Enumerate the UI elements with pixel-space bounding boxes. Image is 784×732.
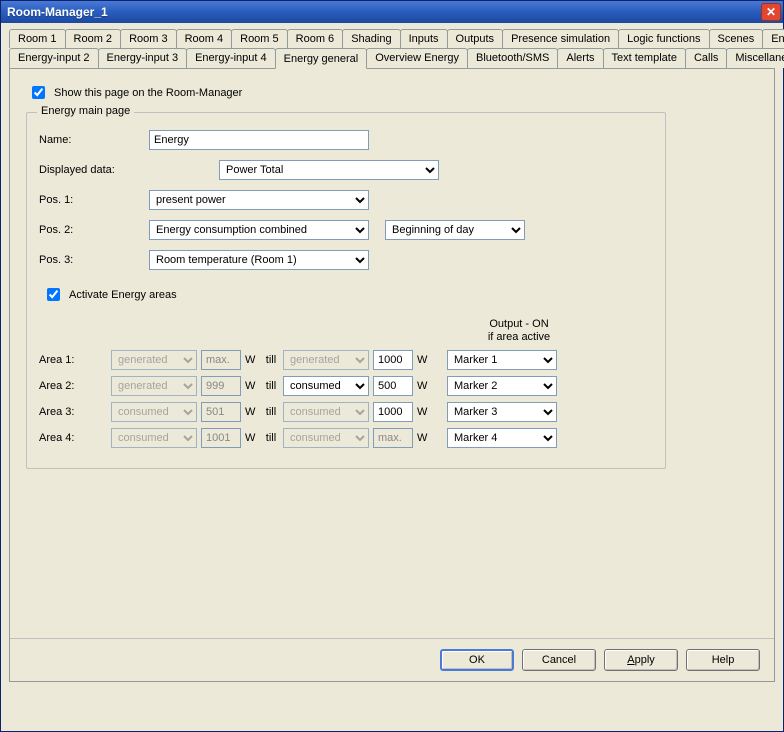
- area-to-type-select[interactable]: consumed: [283, 376, 369, 396]
- area-label: Area 4:: [39, 432, 107, 444]
- tab-text-template[interactable]: Text template: [603, 48, 686, 68]
- tab-row-1: Room 1Room 2Room 3Room 4Room 5Room 6Shad…: [9, 29, 775, 48]
- area-to-value-input: [373, 428, 413, 448]
- area-marker-select[interactable]: Marker 4: [447, 428, 557, 448]
- tab-panel-energy-general: Show this page on the Room-Manager Energ…: [9, 68, 775, 682]
- name-label: Name:: [39, 134, 149, 146]
- tabstrip: Room 1Room 2Room 3Room 4Room 5Room 6Shad…: [9, 29, 775, 68]
- titlebar: Room-Manager_1 ✕: [1, 1, 783, 23]
- area-marker-select[interactable]: Marker 1: [447, 350, 557, 370]
- area-to-type-select: generated: [283, 350, 369, 370]
- unit-w: W: [417, 354, 431, 366]
- area-marker-select[interactable]: Marker 3: [447, 402, 557, 422]
- energy-main-page-group: Energy main page Name: Displayed data: P…: [26, 112, 666, 469]
- pos3-label: Pos. 3:: [39, 254, 149, 266]
- window-title: Room-Manager_1: [7, 5, 108, 19]
- pos1-select[interactable]: present power: [149, 190, 369, 210]
- area-to-value-input[interactable]: [373, 402, 413, 422]
- tab-energy-input-3[interactable]: Energy-input 3: [98, 48, 188, 68]
- area-row-2: Area 2: generated Wtill consumed W Marker 2: [39, 376, 653, 396]
- close-button[interactable]: ✕: [761, 3, 781, 21]
- unit-w: W: [417, 406, 431, 418]
- area-from-type-select: generated: [111, 376, 197, 396]
- window: Room-Manager_1 ✕ Room 1Room 2Room 3Room …: [0, 0, 784, 732]
- dialog-footer: OK Cancel Apply Help: [10, 638, 774, 681]
- group-legend: Energy main page: [37, 105, 134, 117]
- area-to-value-input[interactable]: [373, 350, 413, 370]
- content: Room 1Room 2Room 3Room 4Room 5Room 6Shad…: [1, 23, 783, 682]
- unit-w: W: [245, 406, 259, 418]
- tab-miscellaneous[interactable]: Miscellaneous: [726, 48, 784, 68]
- areas-container: Area 1:generatedWtillgeneratedWMarker 1A…: [39, 350, 653, 448]
- tab-energy-general[interactable]: Energy general: [275, 48, 368, 69]
- area-from-value-input: [201, 428, 241, 448]
- pos1-label: Pos. 1:: [39, 194, 149, 206]
- tab-room-2[interactable]: Room 2: [65, 29, 122, 48]
- tab-alerts[interactable]: Alerts: [557, 48, 603, 68]
- tab-bluetooth-sms[interactable]: Bluetooth/SMS: [467, 48, 558, 68]
- tab-calls[interactable]: Calls: [685, 48, 727, 68]
- area-label: Area 1:: [39, 354, 107, 366]
- area-label: Area 3:: [39, 406, 107, 418]
- ok-button[interactable]: OK: [440, 649, 514, 671]
- area-from-value-input: [201, 350, 241, 370]
- till-label: till: [263, 406, 279, 418]
- pos2-label: Pos. 2:: [39, 224, 149, 236]
- till-label: till: [263, 432, 279, 444]
- unit-w: W: [417, 380, 431, 392]
- displayed-data-label: Displayed data:: [39, 164, 219, 176]
- apply-button[interactable]: Apply: [604, 649, 678, 671]
- tab-logic-functions[interactable]: Logic functions: [618, 29, 709, 48]
- tab-inputs[interactable]: Inputs: [400, 29, 448, 48]
- activate-areas-checkbox[interactable]: [47, 288, 60, 301]
- name-input[interactable]: [149, 130, 369, 150]
- area-row-4: Area 4: consumed Wtill consumed W Marker 4: [39, 428, 653, 448]
- show-page-label: Show this page on the Room-Manager: [54, 87, 242, 99]
- till-label: till: [263, 354, 279, 366]
- unit-w: W: [245, 354, 259, 366]
- area-from-type-select: consumed: [111, 428, 197, 448]
- area-row-3: Area 3: consumed Wtill consumed W Marker 3: [39, 402, 653, 422]
- unit-w: W: [245, 432, 259, 444]
- area-row-1: Area 1: generated Wtill generated W Marker 1: [39, 350, 653, 370]
- tab-room-4[interactable]: Room 4: [176, 29, 233, 48]
- area-to-value-input[interactable]: [373, 376, 413, 396]
- tab-room-5[interactable]: Room 5: [231, 29, 288, 48]
- close-icon: ✕: [766, 6, 776, 18]
- tab-shading[interactable]: Shading: [342, 29, 400, 48]
- till-label: till: [263, 380, 279, 392]
- area-label: Area 2:: [39, 380, 107, 392]
- tab-row-2: Energy-input 2Energy-input 3Energy-input…: [9, 48, 775, 68]
- activate-areas-label: Activate Energy areas: [69, 289, 177, 301]
- area-from-type-select: consumed: [111, 402, 197, 422]
- area-from-type-select: generated: [111, 350, 197, 370]
- tab-energy-input-1[interactable]: Energy-input 1: [762, 29, 784, 48]
- tab-presence-simulation[interactable]: Presence simulation: [502, 29, 619, 48]
- tab-overview-energy[interactable]: Overview Energy: [366, 48, 468, 68]
- area-marker-select[interactable]: Marker 2: [447, 376, 557, 396]
- area-to-type-select: consumed: [283, 402, 369, 422]
- tab-energy-input-2[interactable]: Energy-input 2: [9, 48, 99, 68]
- show-page-checkbox[interactable]: [32, 86, 45, 99]
- area-from-value-input: [201, 376, 241, 396]
- output-header: Output - ON if area active: [444, 318, 594, 344]
- pos2-select[interactable]: Energy consumption combined: [149, 220, 369, 240]
- help-button[interactable]: Help: [686, 649, 760, 671]
- area-from-value-input: [201, 402, 241, 422]
- tab-room-1[interactable]: Room 1: [9, 29, 66, 48]
- pos2-ref-select[interactable]: Beginning of day: [385, 220, 525, 240]
- tab-energy-input-4[interactable]: Energy-input 4: [186, 48, 276, 68]
- tab-scenes[interactable]: Scenes: [709, 29, 764, 48]
- cancel-button[interactable]: Cancel: [522, 649, 596, 671]
- tab-room-3[interactable]: Room 3: [120, 29, 177, 48]
- displayed-data-select[interactable]: Power Total: [219, 160, 439, 180]
- unit-w: W: [417, 432, 431, 444]
- area-to-type-select: consumed: [283, 428, 369, 448]
- tab-outputs[interactable]: Outputs: [447, 29, 504, 48]
- tab-room-6[interactable]: Room 6: [287, 29, 344, 48]
- unit-w: W: [245, 380, 259, 392]
- pos3-select[interactable]: Room temperature (Room 1): [149, 250, 369, 270]
